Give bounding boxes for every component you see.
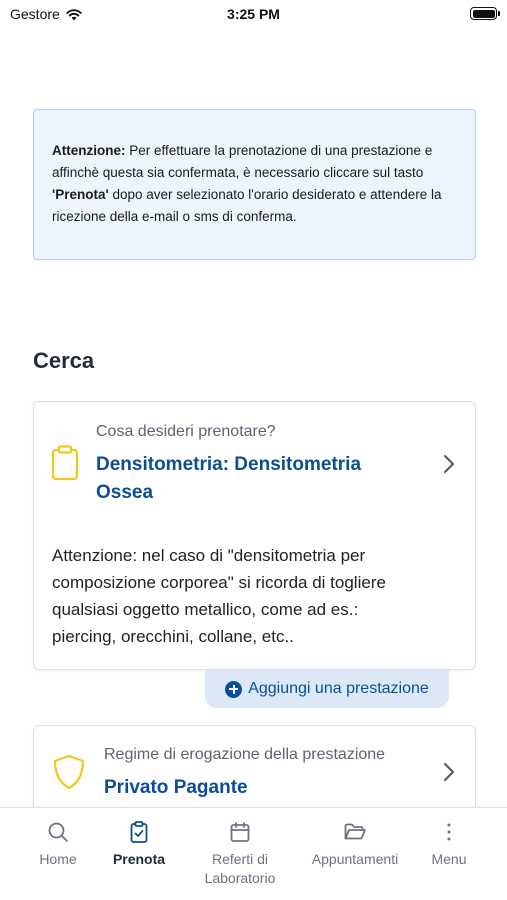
more-vertical-icon bbox=[447, 823, 451, 841]
booking-alert: Attenzione: Per effettuare la prenotazio… bbox=[33, 109, 476, 260]
plus-circle-icon bbox=[225, 680, 243, 698]
tab-home-label: Home bbox=[39, 851, 77, 867]
alert-bold-prefix: Attenzione: bbox=[52, 143, 126, 158]
regime-value: Privato Pagante bbox=[104, 777, 248, 798]
alert-text-part-2: dopo aver selezionato l'orario desiderat… bbox=[52, 187, 442, 224]
tab-prenota-label: Prenota bbox=[112, 851, 166, 867]
tab-prenota[interactable]: Prenota bbox=[84, 820, 194, 869]
tab-bar: Home Prenota Referti di Laboratorio Appu… bbox=[0, 807, 507, 900]
add-service-button[interactable]: Aggiungi una prestazione bbox=[205, 670, 449, 708]
alert-bold-button: 'Prenota' bbox=[52, 187, 109, 202]
service-label: Cosa desideri prenotare? bbox=[96, 423, 276, 440]
add-service-label: Aggiungi una prestazione bbox=[248, 680, 429, 697]
chevron-right-icon bbox=[444, 763, 454, 781]
service-value: Densitometria: Densitometria Ossea bbox=[96, 454, 362, 503]
shield-icon bbox=[53, 754, 85, 790]
calendar-icon bbox=[230, 822, 250, 842]
tab-menu[interactable]: Menu bbox=[394, 820, 504, 869]
regime-label: Regime di erogazione della prestazione bbox=[104, 746, 386, 763]
clipboard-check-icon bbox=[130, 821, 148, 843]
tab-referti[interactable]: Referti di Laboratorio bbox=[185, 820, 295, 888]
tab-referti-label: Referti di Laboratorio bbox=[204, 851, 276, 886]
alert-text: Attenzione: Per effettuare la prenotazio… bbox=[52, 140, 457, 228]
status-bar: Gestore 3:25 PM bbox=[0, 0, 507, 30]
service-note: Attenzione: nel caso di "densitometria p… bbox=[52, 546, 386, 646]
section-title: Cerca bbox=[33, 348, 95, 373]
service-card[interactable]: Cosa desideri prenotare? Densitometria: … bbox=[33, 401, 476, 670]
tab-menu-label: Menu bbox=[431, 851, 467, 867]
chevron-right-icon bbox=[444, 455, 454, 473]
folder-open-icon bbox=[344, 823, 366, 840]
search-icon bbox=[48, 822, 68, 842]
battery-icon bbox=[470, 7, 500, 20]
tab-appuntamenti-label: Appuntamenti bbox=[311, 851, 399, 867]
clipboard-icon bbox=[51, 445, 79, 481]
status-time: 3:25 PM bbox=[227, 6, 280, 22]
